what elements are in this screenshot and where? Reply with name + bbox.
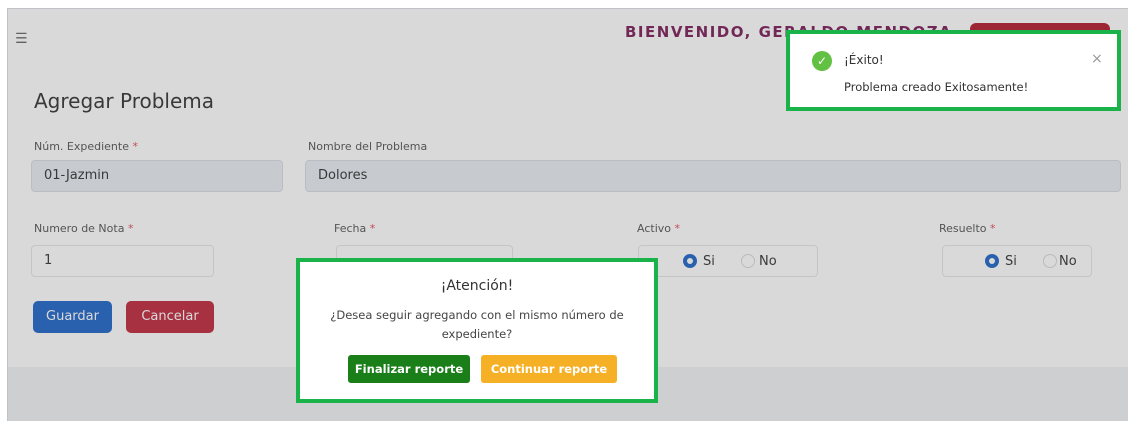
toast-title: ¡Éxito! <box>844 53 884 67</box>
confirm-dialog: ¡Atención! ¿Desea seguir agregando con e… <box>296 258 658 403</box>
toast-message: Problema creado Exitosamente! <box>844 80 1029 94</box>
dialog-title: ¡Atención! <box>440 278 514 294</box>
success-toast: ✓ ¡Éxito! Problema creado Exitosamente! … <box>786 30 1121 111</box>
dialog-message: ¿Desea seguir agregando con el mismo núm… <box>330 308 624 341</box>
finish-report-button[interactable]: Finalizar reporte <box>348 355 470 383</box>
check-circle-icon: ✓ <box>812 51 832 71</box>
continue-report-button[interactable]: Continuar reporte <box>481 355 617 383</box>
close-icon[interactable]: × <box>1091 51 1103 67</box>
